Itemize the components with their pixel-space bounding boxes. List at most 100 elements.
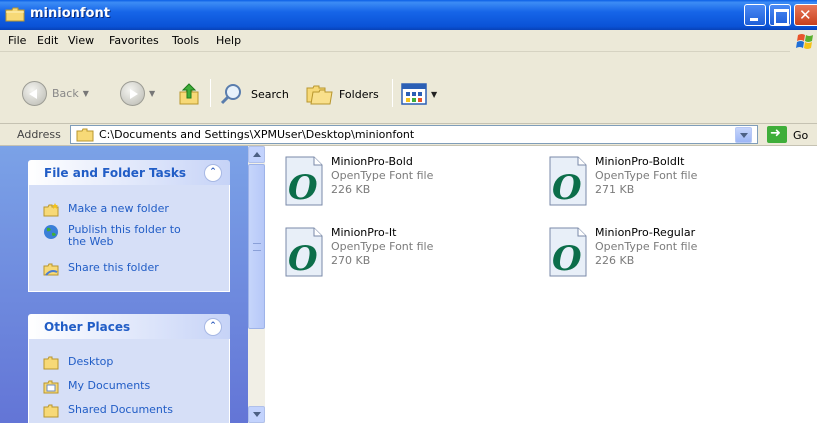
close-button[interactable] bbox=[794, 4, 817, 26]
place-label: Shared Documents bbox=[68, 403, 173, 416]
other-places-title: Other Places bbox=[44, 320, 131, 334]
menu-help[interactable]: Help bbox=[216, 34, 241, 47]
place-my-documents[interactable]: My Documents bbox=[43, 380, 150, 394]
menu-tools[interactable]: Tools bbox=[172, 34, 199, 47]
file-name: MinionPro-Bold bbox=[331, 155, 413, 168]
folder-icon bbox=[43, 404, 59, 418]
place-label: My Documents bbox=[68, 379, 151, 392]
file-size: 226 KB bbox=[331, 183, 371, 196]
scroll-down-button[interactable] bbox=[248, 406, 265, 423]
title-bar[interactable]: minionfont bbox=[0, 0, 817, 30]
address-input[interactable]: C:\Documents and Settings\XPMUser\Deskto… bbox=[70, 125, 758, 144]
opentype-font-icon: O bbox=[285, 227, 323, 278]
file-folder-tasks-title: File and Folder Tasks bbox=[44, 166, 187, 180]
menu-view[interactable]: View bbox=[68, 34, 94, 47]
windows-logo-icon bbox=[790, 31, 817, 52]
place-shared-documents[interactable]: Shared Documents bbox=[43, 404, 173, 418]
forward-arrow-icon bbox=[120, 81, 145, 106]
task-share-folder[interactable]: Share this folder bbox=[43, 262, 159, 276]
back-arrow-icon bbox=[22, 81, 47, 106]
svg-text:O: O bbox=[552, 168, 582, 207]
task-make-new-folder[interactable]: Make a new folder bbox=[43, 203, 169, 217]
task-pane: File and Folder Tasks ⌃ Make a new folde… bbox=[0, 146, 248, 423]
file-name: MinionPro-Regular bbox=[595, 226, 696, 239]
folder-icon bbox=[43, 380, 59, 394]
toolbar-separator bbox=[210, 79, 211, 107]
svg-text:O: O bbox=[288, 239, 318, 278]
task-label-line2: the Web bbox=[68, 235, 114, 248]
file-size: 271 KB bbox=[595, 183, 635, 196]
back-label: Back bbox=[52, 87, 79, 100]
folders-button[interactable]: Folders bbox=[305, 82, 379, 106]
search-button[interactable]: Search bbox=[219, 82, 289, 106]
scroll-up-button[interactable] bbox=[248, 146, 265, 163]
minimize-button[interactable] bbox=[744, 4, 766, 26]
go-button[interactable]: Go bbox=[793, 129, 808, 142]
scroll-thumb[interactable] bbox=[248, 164, 265, 329]
address-bar: Address C:\Documents and Settings\XPMUse… bbox=[0, 124, 817, 146]
other-places-header[interactable]: Other Places ⌃ bbox=[28, 314, 230, 339]
collapse-chevron-icon[interactable]: ⌃ bbox=[204, 318, 222, 336]
address-value: C:\Documents and Settings\XPMUser\Deskto… bbox=[99, 128, 415, 141]
chevron-down-icon: ▼ bbox=[431, 89, 438, 99]
address-dropdown-button[interactable] bbox=[735, 127, 752, 143]
toolbar-separator bbox=[392, 79, 393, 107]
file-type: OpenType Font file bbox=[595, 169, 698, 182]
file-name: MinionPro-It bbox=[331, 226, 397, 239]
go-arrow-icon[interactable] bbox=[767, 126, 787, 143]
file-item[interactable]: O MinionPro-Regular OpenType Font file 2… bbox=[546, 226, 806, 286]
task-label: Make a new folder bbox=[68, 202, 169, 215]
forward-button[interactable]: ▼ bbox=[120, 81, 155, 106]
task-label: Share this folder bbox=[68, 261, 159, 274]
task-publish-folder[interactable]: Publish this folder to the Web bbox=[43, 224, 181, 248]
file-folder-tasks-header[interactable]: File and Folder Tasks ⌃ bbox=[28, 160, 230, 185]
folder-icon bbox=[76, 128, 94, 142]
file-type: OpenType Font file bbox=[331, 240, 434, 253]
file-item[interactable]: O MinionPro-Bold OpenType Font file 226 … bbox=[282, 155, 542, 215]
search-label: Search bbox=[251, 87, 289, 101]
svg-text:O: O bbox=[288, 168, 318, 207]
file-size: 270 KB bbox=[331, 254, 371, 267]
folder-icon bbox=[43, 356, 59, 370]
grip-icon bbox=[253, 243, 261, 251]
menu-favorites[interactable]: Favorites bbox=[109, 34, 159, 47]
opentype-font-icon: O bbox=[549, 156, 587, 207]
svg-text:O: O bbox=[552, 239, 582, 278]
folders-icon bbox=[306, 85, 333, 105]
place-label: Desktop bbox=[68, 355, 114, 368]
task-pane-scrollbar[interactable] bbox=[248, 146, 265, 423]
file-item[interactable]: O MinionPro-It OpenType Font file 270 KB bbox=[282, 226, 542, 286]
new-folder-icon bbox=[43, 203, 59, 217]
views-icon bbox=[401, 83, 427, 105]
place-desktop[interactable]: Desktop bbox=[43, 356, 113, 370]
menu-file[interactable]: File bbox=[8, 34, 26, 47]
file-item[interactable]: O MinionPro-BoldIt OpenType Font file 27… bbox=[546, 155, 806, 215]
toolbar: Back ▼ ▼ Search Folders ▼ bbox=[0, 52, 817, 124]
folder-icon bbox=[5, 7, 25, 22]
collapse-chevron-icon[interactable]: ⌃ bbox=[204, 164, 222, 182]
views-button[interactable]: ▼ bbox=[401, 83, 437, 105]
globe-icon bbox=[44, 225, 58, 239]
chevron-down-icon: ▼ bbox=[82, 89, 89, 98]
maximize-button[interactable] bbox=[769, 4, 791, 26]
file-folder-tasks-body: Make a new folder Publish this folder to… bbox=[28, 185, 230, 292]
menu-edit[interactable]: Edit bbox=[37, 34, 58, 47]
menu-bar: File Edit View Favorites Tools Help bbox=[0, 30, 817, 52]
share-folder-icon bbox=[43, 263, 59, 276]
file-size: 226 KB bbox=[595, 254, 635, 267]
file-type: OpenType Font file bbox=[331, 169, 434, 182]
opentype-font-icon: O bbox=[549, 227, 587, 278]
file-type: OpenType Font file bbox=[595, 240, 698, 253]
opentype-font-icon: O bbox=[285, 156, 323, 207]
address-label: Address bbox=[17, 128, 61, 141]
search-icon bbox=[220, 84, 241, 105]
up-folder-icon[interactable] bbox=[178, 82, 200, 106]
chevron-down-icon: ▼ bbox=[149, 89, 156, 98]
file-view: O MinionPro-Bold OpenType Font file 226 … bbox=[265, 146, 817, 423]
back-button[interactable]: Back ▼ bbox=[22, 81, 89, 106]
file-folder-tasks-panel: File and Folder Tasks ⌃ Make a new folde… bbox=[28, 160, 230, 292]
window-title: minionfont bbox=[30, 6, 110, 21]
other-places-body: Desktop My Documents Shared Documents bbox=[28, 339, 230, 423]
file-name: MinionPro-BoldIt bbox=[595, 155, 685, 168]
folders-label: Folders bbox=[339, 87, 379, 101]
